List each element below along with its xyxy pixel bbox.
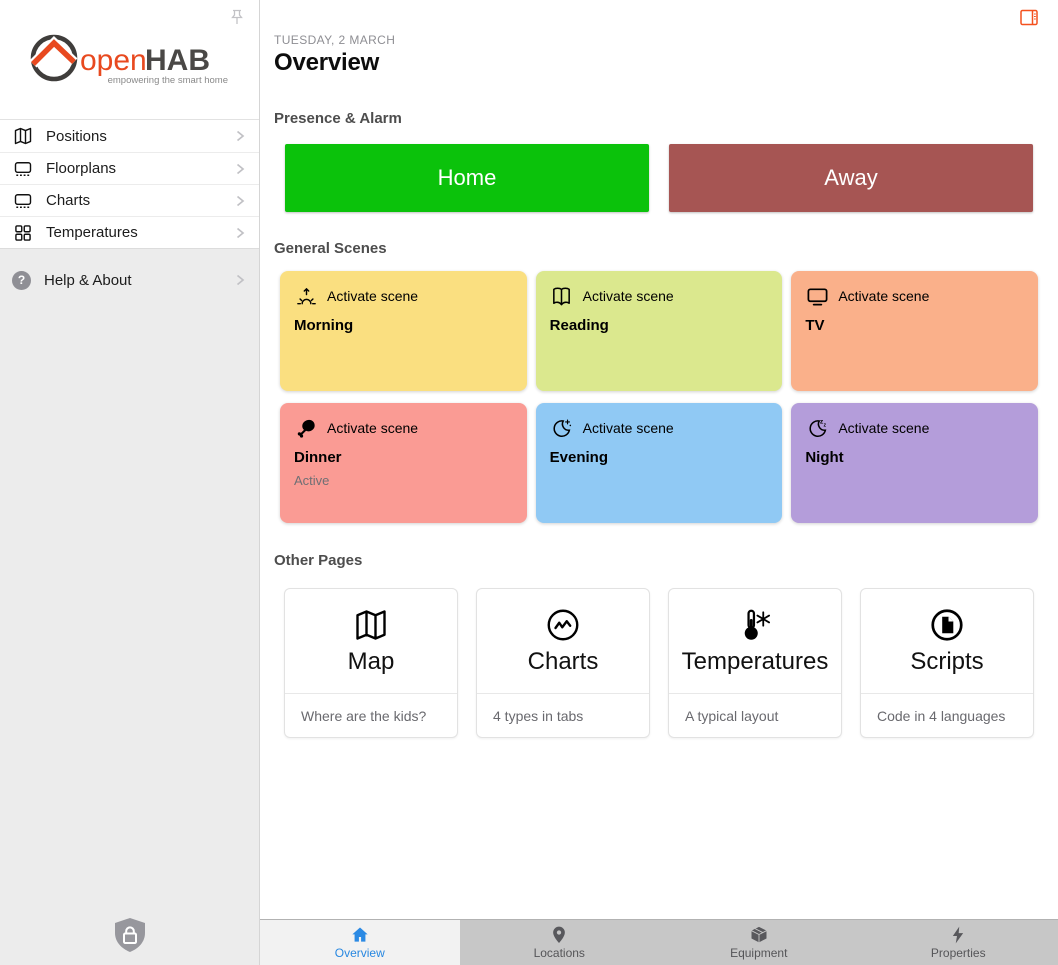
scene-action-label: Activate scene [838,288,929,304]
sidebar-logo-area: open HAB empowering the smart home [0,0,259,119]
chevron-right-icon [233,129,247,143]
sidebar-item-charts[interactable]: Charts [0,184,259,216]
page-card-title: Charts [528,648,599,676]
moon-zzz-icon: z z [805,416,829,440]
general-scenes-section: General Scenes Activate scene [260,240,1058,523]
page-card-temperatures[interactable]: Temperatures A typical layout [668,588,842,738]
scene-title: Morning [294,317,513,334]
tab-equipment[interactable]: Equipment [659,920,859,965]
page-title: Overview [274,49,1044,77]
projection-screen-icon [12,190,34,212]
tab-label: Equipment [730,946,787,960]
scene-action-label: Activate scene [838,420,929,436]
map-icon [353,607,389,643]
scene-action-label: Activate scene [327,420,418,436]
tab-label: Properties [931,946,986,960]
scene-card-evening[interactable]: Activate scene Evening [536,403,783,523]
page-card-title: Map [348,648,395,676]
tab-label: Locations [534,946,585,960]
sidebar-item-temperatures[interactable]: Temperatures [0,216,259,248]
sunrise-icon [294,284,318,308]
security-status[interactable] [0,917,259,953]
svg-text:z: z [823,422,826,428]
map-icon [12,125,34,147]
tab-label: Overview [335,946,385,960]
shield-lock-icon [113,917,147,953]
scene-action-label: Activate scene [583,420,674,436]
chevron-right-icon [233,194,247,208]
app-window: open HAB empowering the smart home Posit… [0,0,1058,965]
sidebar-item-positions[interactable]: Positions [0,120,259,152]
script-doc-icon [929,607,965,643]
chevron-right-icon [233,273,247,287]
scene-title: Dinner [294,449,513,466]
section-title: General Scenes [274,240,1044,258]
tab-overview[interactable]: Overview [260,920,460,965]
sidebar-item-label: Charts [46,192,233,209]
drumstick-icon [294,416,318,440]
book-icon [550,284,574,308]
scene-card-tv[interactable]: Activate scene TV [791,271,1038,391]
other-pages-section: Other Pages Map Where are the kids? [260,552,1058,738]
scene-title: Reading [550,317,769,334]
sidebar-item-label: Temperatures [46,224,233,241]
sidebar-menu: Positions Floorplans [0,119,259,249]
right-panel-toggle-icon[interactable] [1020,9,1038,26]
help-about-label: Help & About [44,272,233,289]
question-mark-icon: ? [12,271,31,290]
page-card-charts[interactable]: Charts 4 types in tabs [476,588,650,738]
tv-icon [805,284,829,308]
location-pin-icon [549,925,569,945]
scene-action-label: Activate scene [583,288,674,304]
page-card-map[interactable]: Map Where are the kids? [284,588,458,738]
scene-status-badge: Active [294,473,513,488]
projection-screen-icon [12,158,34,180]
overview-page: TUESDAY, 2 MARCH Overview Presence & Ala… [260,33,1058,798]
tab-locations[interactable]: Locations [460,920,660,965]
section-title: Presence & Alarm [274,110,1044,128]
sidebar-item-label: Positions [46,128,233,145]
moon-star-icon [550,416,574,440]
presence-alarm-section: Presence & Alarm Home Away [260,110,1058,212]
scene-title: TV [805,317,1024,334]
home-icon [350,925,370,945]
scene-card-night[interactable]: z z Activate scene Night [791,403,1038,523]
bolt-icon [948,925,968,945]
scene-title: Night [805,449,1024,466]
scene-title: Evening [550,449,769,466]
sidebar: open HAB empowering the smart home Posit… [0,0,260,965]
tab-properties[interactable]: Properties [859,920,1058,965]
scene-card-reading[interactable]: Activate scene Reading [536,271,783,391]
grid-icon [12,222,34,244]
logo-word-open: open [80,44,147,77]
chevron-right-icon [233,226,247,240]
openhab-logo: open HAB empowering the smart home [28,24,232,94]
page-card-subtitle: Code in 4 languages [861,693,1033,737]
section-title: Other Pages [274,552,1044,570]
sidebar-item-floorplans[interactable]: Floorplans [0,152,259,184]
logo-word-hab: HAB [145,44,210,77]
sidebar-item-label: Floorplans [46,160,233,177]
logo-tagline: empowering the smart home [108,75,228,86]
thermometer-snowflake-icon [737,607,773,643]
away-button[interactable]: Away [669,144,1033,212]
scene-card-dinner[interactable]: Activate scene Dinner Active [280,403,527,523]
package-icon [749,925,769,945]
bottom-tab-bar: Overview Locations Equipment [260,919,1058,965]
scene-card-morning[interactable]: Activate scene Morning [280,271,527,391]
home-button[interactable]: Home [285,144,649,212]
chevron-right-icon [233,162,247,176]
sidebar-item-help-about[interactable]: ? Help & About [0,264,259,296]
page-card-scripts[interactable]: Scripts Code in 4 languages [860,588,1034,738]
page-card-subtitle: 4 types in tabs [477,693,649,737]
page-card-title: Scripts [910,648,983,676]
page-card-subtitle: Where are the kids? [285,693,457,737]
scene-action-label: Activate scene [327,288,418,304]
page-card-title: Temperatures [682,648,829,676]
main-content: TUESDAY, 2 MARCH Overview Presence & Ala… [260,0,1058,965]
page-card-subtitle: A typical layout [669,693,841,737]
date-label: TUESDAY, 2 MARCH [274,33,1044,47]
chart-circle-icon [545,607,581,643]
